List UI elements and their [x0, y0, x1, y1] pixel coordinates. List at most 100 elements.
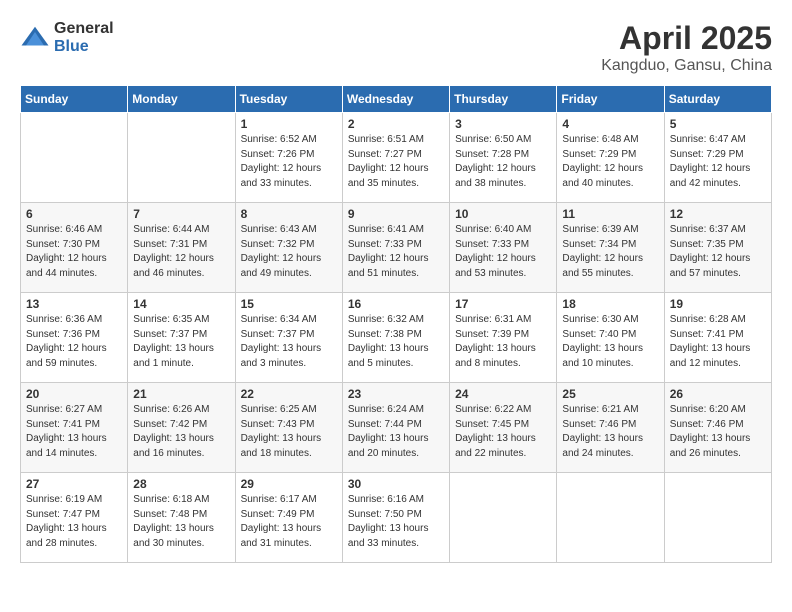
day-info: Sunrise: 6:44 AMSunset: 7:31 PMDaylight:…	[133, 223, 229, 281]
day-number: 18	[562, 297, 658, 311]
page-header: General Blue April 2025 Kangduo, Gansu, …	[20, 20, 772, 75]
day-info: Sunrise: 6:30 AMSunset: 7:40 PMDaylight:…	[562, 313, 658, 371]
logo: General Blue	[20, 20, 114, 55]
logo-blue-text: Blue	[54, 38, 114, 56]
day-cell: 26 Sunrise: 6:20 AMSunset: 7:46 PMDayligh…	[664, 383, 771, 473]
calendar-table: SundayMondayTuesdayWednesdayThursdayFrid…	[20, 85, 772, 563]
day-number: 13	[26, 297, 122, 311]
day-number: 16	[348, 297, 444, 311]
day-info: Sunrise: 6:43 AMSunset: 7:32 PMDaylight:…	[241, 223, 337, 281]
day-info: Sunrise: 6:26 AMSunset: 7:42 PMDaylight:…	[133, 403, 229, 461]
day-cell: 10 Sunrise: 6:40 AMSunset: 7:33 PMDayligh…	[450, 203, 557, 293]
day-number: 5	[670, 117, 766, 131]
day-info: Sunrise: 6:52 AMSunset: 7:26 PMDaylight:…	[241, 133, 337, 191]
logo-text: General Blue	[54, 20, 114, 55]
day-cell	[21, 113, 128, 203]
day-number: 22	[241, 387, 337, 401]
day-number: 26	[670, 387, 766, 401]
day-info: Sunrise: 6:34 AMSunset: 7:37 PMDaylight:…	[241, 313, 337, 371]
day-cell: 24 Sunrise: 6:22 AMSunset: 7:45 PMDayligh…	[450, 383, 557, 473]
day-number: 14	[133, 297, 229, 311]
day-cell: 18 Sunrise: 6:30 AMSunset: 7:40 PMDayligh…	[557, 293, 664, 383]
day-info: Sunrise: 6:25 AMSunset: 7:43 PMDaylight:…	[241, 403, 337, 461]
day-info: Sunrise: 6:19 AMSunset: 7:47 PMDaylight:…	[26, 493, 122, 551]
day-cell	[450, 473, 557, 563]
day-info: Sunrise: 6:48 AMSunset: 7:29 PMDaylight:…	[562, 133, 658, 191]
day-number: 29	[241, 477, 337, 491]
day-cell: 2 Sunrise: 6:51 AMSunset: 7:27 PMDaylight…	[342, 113, 449, 203]
calendar-title: April 2025	[601, 20, 772, 57]
day-cell: 16 Sunrise: 6:32 AMSunset: 7:38 PMDayligh…	[342, 293, 449, 383]
logo-icon	[20, 23, 50, 53]
day-cell: 29Sunrise: 6:17 AMSunset: 7:49 PMDayligh…	[235, 473, 342, 563]
weekday-header-saturday: Saturday	[664, 86, 771, 113]
day-info: Sunrise: 6:16 AMSunset: 7:50 PMDaylight:…	[348, 493, 444, 551]
day-number: 2	[348, 117, 444, 131]
logo-general-text: General	[54, 20, 114, 38]
day-info: Sunrise: 6:20 AMSunset: 7:46 PMDaylight:…	[670, 403, 766, 461]
day-cell: 19Sunrise: 6:28 AMSunset: 7:41 PMDayligh…	[664, 293, 771, 383]
day-cell: 17Sunrise: 6:31 AMSunset: 7:39 PMDayligh…	[450, 293, 557, 383]
day-number: 1	[241, 117, 337, 131]
day-cell	[557, 473, 664, 563]
weekday-header-sunday: Sunday	[21, 86, 128, 113]
weekday-header-thursday: Thursday	[450, 86, 557, 113]
day-info: Sunrise: 6:21 AMSunset: 7:46 PMDaylight:…	[562, 403, 658, 461]
weekday-row: SundayMondayTuesdayWednesdayThursdayFrid…	[21, 86, 772, 113]
week-row-3: 13Sunrise: 6:36 AMSunset: 7:36 PMDayligh…	[21, 293, 772, 383]
day-number: 25	[562, 387, 658, 401]
day-cell: 15 Sunrise: 6:34 AMSunset: 7:37 PMDayligh…	[235, 293, 342, 383]
day-cell	[128, 113, 235, 203]
day-number: 15	[241, 297, 337, 311]
week-row-4: 20 Sunrise: 6:27 AMSunset: 7:41 PMDayligh…	[21, 383, 772, 473]
day-number: 9	[348, 207, 444, 221]
day-cell: 25 Sunrise: 6:21 AMSunset: 7:46 PMDayligh…	[557, 383, 664, 473]
day-number: 20	[26, 387, 122, 401]
day-info: Sunrise: 6:37 AMSunset: 7:35 PMDaylight:…	[670, 223, 766, 281]
title-block: April 2025 Kangduo, Gansu, China	[601, 20, 772, 75]
day-number: 17	[455, 297, 551, 311]
day-number: 3	[455, 117, 551, 131]
day-info: Sunrise: 6:39 AMSunset: 7:34 PMDaylight:…	[562, 223, 658, 281]
day-cell: 21 Sunrise: 6:26 AMSunset: 7:42 PMDayligh…	[128, 383, 235, 473]
calendar-body: 1 Sunrise: 6:52 AMSunset: 7:26 PMDaylight…	[21, 113, 772, 563]
weekday-header-tuesday: Tuesday	[235, 86, 342, 113]
day-info: Sunrise: 6:28 AMSunset: 7:41 PMDaylight:…	[670, 313, 766, 371]
day-info: Sunrise: 6:18 AMSunset: 7:48 PMDaylight:…	[133, 493, 229, 551]
day-cell: 27Sunrise: 6:19 AMSunset: 7:47 PMDayligh…	[21, 473, 128, 563]
day-number: 4	[562, 117, 658, 131]
day-info: Sunrise: 6:40 AMSunset: 7:33 PMDaylight:…	[455, 223, 551, 281]
day-number: 24	[455, 387, 551, 401]
day-cell: 8Sunrise: 6:43 AMSunset: 7:32 PMDaylight…	[235, 203, 342, 293]
day-number: 7	[133, 207, 229, 221]
weekday-header-monday: Monday	[128, 86, 235, 113]
week-row-2: 6Sunrise: 6:46 AMSunset: 7:30 PMDaylight…	[21, 203, 772, 293]
day-number: 23	[348, 387, 444, 401]
day-cell: 20 Sunrise: 6:27 AMSunset: 7:41 PMDayligh…	[21, 383, 128, 473]
day-cell	[664, 473, 771, 563]
day-cell: 7 Sunrise: 6:44 AMSunset: 7:31 PMDaylight…	[128, 203, 235, 293]
day-info: Sunrise: 6:32 AMSunset: 7:38 PMDaylight:…	[348, 313, 444, 371]
day-number: 11	[562, 207, 658, 221]
day-number: 21	[133, 387, 229, 401]
day-cell: 28 Sunrise: 6:18 AMSunset: 7:48 PMDayligh…	[128, 473, 235, 563]
day-info: Sunrise: 6:46 AMSunset: 7:30 PMDaylight:…	[26, 223, 122, 281]
day-cell: 13Sunrise: 6:36 AMSunset: 7:36 PMDayligh…	[21, 293, 128, 383]
day-cell: 23Sunrise: 6:24 AMSunset: 7:44 PMDayligh…	[342, 383, 449, 473]
day-cell: 9Sunrise: 6:41 AMSunset: 7:33 PMDaylight…	[342, 203, 449, 293]
day-info: Sunrise: 6:27 AMSunset: 7:41 PMDaylight:…	[26, 403, 122, 461]
day-cell: 12 Sunrise: 6:37 AMSunset: 7:35 PMDayligh…	[664, 203, 771, 293]
day-number: 10	[455, 207, 551, 221]
day-cell: 3Sunrise: 6:50 AMSunset: 7:28 PMDaylight…	[450, 113, 557, 203]
day-cell: 5 Sunrise: 6:47 AMSunset: 7:29 PMDaylight…	[664, 113, 771, 203]
day-cell: 11 Sunrise: 6:39 AMSunset: 7:34 PMDayligh…	[557, 203, 664, 293]
day-info: Sunrise: 6:22 AMSunset: 7:45 PMDaylight:…	[455, 403, 551, 461]
day-info: Sunrise: 6:51 AMSunset: 7:27 PMDaylight:…	[348, 133, 444, 191]
day-info: Sunrise: 6:35 AMSunset: 7:37 PMDaylight:…	[133, 313, 229, 371]
day-number: 28	[133, 477, 229, 491]
day-cell: 30Sunrise: 6:16 AMSunset: 7:50 PMDayligh…	[342, 473, 449, 563]
day-number: 12	[670, 207, 766, 221]
calendar-header: SundayMondayTuesdayWednesdayThursdayFrid…	[21, 86, 772, 113]
weekday-header-friday: Friday	[557, 86, 664, 113]
day-info: Sunrise: 6:47 AMSunset: 7:29 PMDaylight:…	[670, 133, 766, 191]
